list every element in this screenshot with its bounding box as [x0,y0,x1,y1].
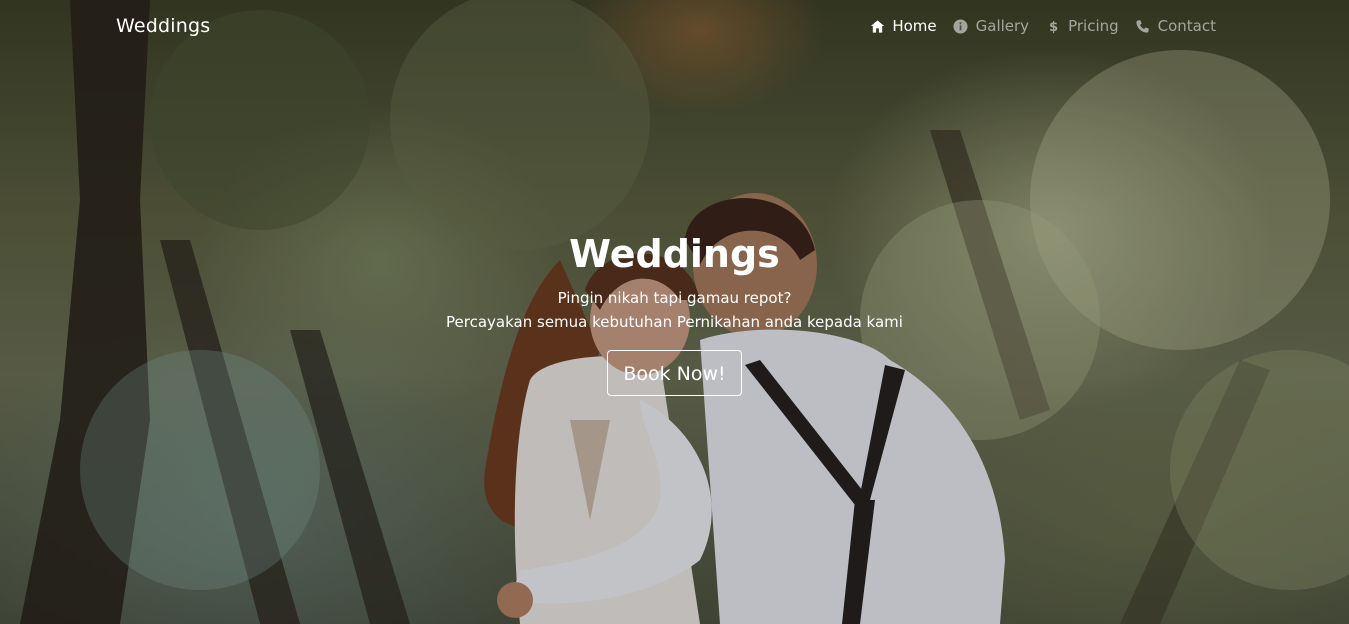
nav-item-gallery-label: Gallery [975,17,1030,35]
hero-subtitle: Pingin nikah tapi gamau repot? Percayaka… [0,286,1349,334]
nav-item-contact-label: Contact [1157,17,1216,35]
hero-content: Weddings Pingin nikah tapi gamau repot? … [0,228,1349,396]
nav-item-pricing[interactable]: $ Pricing [1045,17,1119,35]
nav-item-contact[interactable]: Contact [1135,17,1216,35]
dollar-icon: $ [1045,18,1061,34]
brand-logo-link[interactable]: Weddings [116,15,210,37]
nav-item-home[interactable]: Home [869,17,937,35]
home-icon [869,18,885,34]
nav-item-gallery[interactable]: Gallery [953,17,1029,35]
hero-subtitle-line1: Pingin nikah tapi gamau repot? [557,289,792,307]
nav-menu: Home Gallery $ Pricing Contact [869,17,1216,35]
nav-item-pricing-label: Pricing [1068,17,1119,35]
hero-subtitle-line2: Percayakan semua kebutuhan Pernikahan an… [446,313,903,331]
hero-title: Weddings [569,232,780,276]
phone-icon [1135,18,1151,34]
svg-text:$: $ [1049,20,1058,34]
nav-item-home-label: Home [892,17,937,35]
book-now-button[interactable]: Book Now! [607,350,742,396]
hero-section: Weddings Home Gallery $ Pricing Contact … [0,0,1349,624]
info-circle-icon [953,18,969,34]
navbar: Weddings Home Gallery $ Pricing Contact [0,0,1349,56]
